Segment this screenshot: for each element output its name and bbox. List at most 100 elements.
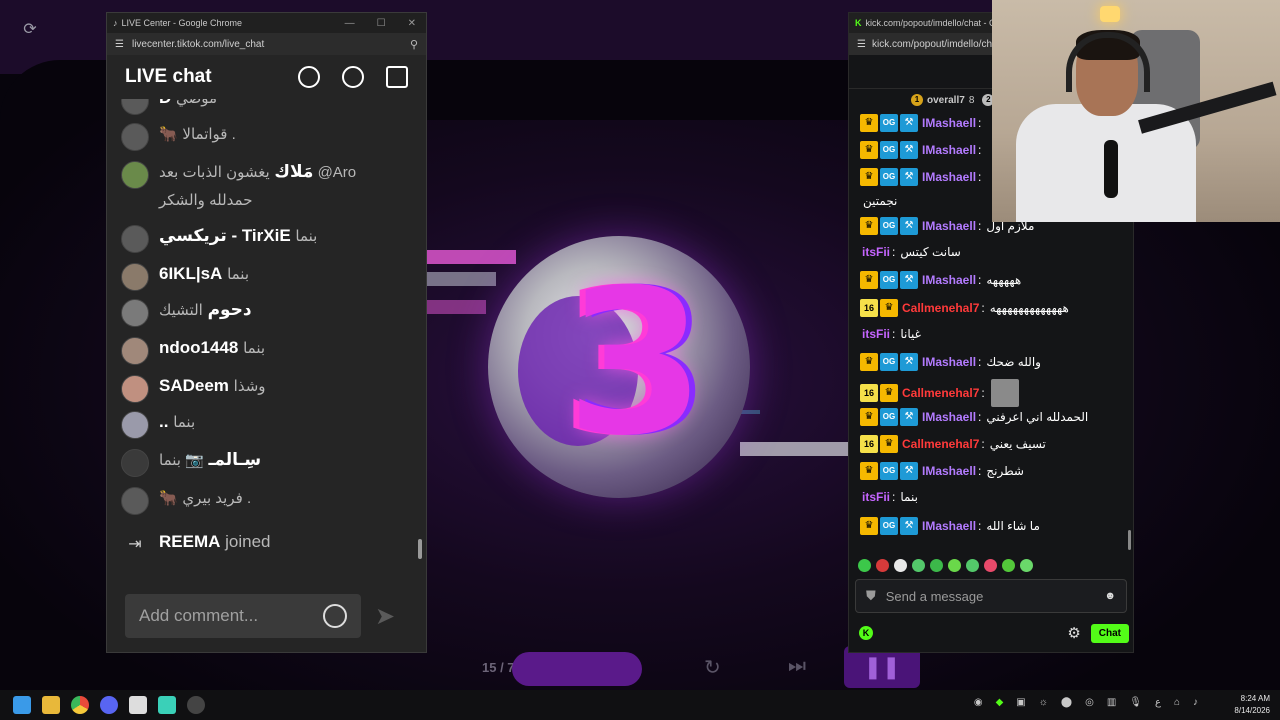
emoji-icon[interactable] bbox=[323, 604, 347, 628]
mod-badge-icon: ⚒ bbox=[900, 217, 918, 235]
chat-username[interactable]: itsFii bbox=[862, 326, 890, 342]
emote-icon[interactable] bbox=[948, 559, 961, 572]
emote-icon[interactable] bbox=[894, 559, 907, 572]
tray-icon[interactable]: ◆ bbox=[996, 697, 1004, 708]
chat-username[interactable]: IMashaell bbox=[922, 142, 976, 158]
chat-text: تسيف يعني bbox=[989, 437, 1046, 451]
emoji-icon[interactable]: ☻ bbox=[1104, 590, 1116, 602]
message-input[interactable]: ⛊ Send a message ☻ bbox=[855, 579, 1127, 613]
chat-text: بنما bbox=[900, 490, 918, 504]
chat-username[interactable]: IMashaell bbox=[922, 354, 976, 370]
mic-icon[interactable]: 🎙 bbox=[1129, 697, 1142, 708]
crown-badge-icon: ♛ bbox=[860, 141, 878, 159]
send-icon[interactable]: ➤ bbox=[375, 602, 395, 631]
chat-username[interactable]: IMashaell bbox=[922, 463, 976, 479]
chat-button[interactable]: Chat bbox=[1090, 623, 1129, 643]
settings-gear-icon[interactable] bbox=[298, 66, 320, 88]
window-title: kick.com/popout/imdello/chat - Go bbox=[865, 18, 1002, 28]
crown-badge-icon: ♛ bbox=[860, 217, 878, 235]
steam-icon[interactable] bbox=[187, 696, 205, 714]
skip-icon[interactable]: ⏭ bbox=[788, 655, 806, 678]
app-icon[interactable] bbox=[158, 696, 176, 714]
chrome-icon[interactable] bbox=[71, 696, 89, 714]
popout-icon[interactable] bbox=[386, 66, 408, 88]
tray-icon[interactable]: ▥ bbox=[1107, 697, 1116, 708]
chat-username[interactable]: IMashaell bbox=[922, 115, 976, 131]
chat-username[interactable]: IMashaell bbox=[922, 218, 976, 234]
emote-icon[interactable] bbox=[1002, 559, 1015, 572]
chat-username[interactable]: IMashaell bbox=[922, 169, 976, 185]
separator: : bbox=[978, 519, 982, 533]
og-badge-icon: OG bbox=[880, 408, 898, 426]
emote-icon[interactable] bbox=[1020, 559, 1033, 572]
separator: : bbox=[978, 410, 982, 424]
tray-icon[interactable]: ◎ bbox=[1085, 697, 1094, 708]
emote-icon[interactable] bbox=[984, 559, 997, 572]
file-explorer-icon[interactable] bbox=[42, 696, 60, 714]
discord-icon[interactable] bbox=[100, 696, 118, 714]
chat-username[interactable]: Callmenehal7 bbox=[902, 385, 979, 401]
tray-icon[interactable]: ⬤ bbox=[1061, 697, 1072, 708]
chat-header: LIVE chat bbox=[107, 55, 426, 99]
site-info-icon[interactable]: ☰ bbox=[115, 39, 124, 50]
kick-points-icon[interactable]: K bbox=[859, 626, 873, 640]
replay-icon[interactable]: ↻ bbox=[704, 655, 721, 680]
refresh-icon[interactable]: ⟳ bbox=[20, 20, 40, 40]
comment-list: D موضي 🐂 قواتمالا . مَلاك يغشون الذبات ب… bbox=[107, 99, 426, 573]
leader-score: 8 bbox=[968, 94, 975, 106]
emote-icon[interactable] bbox=[876, 559, 889, 572]
chat-text: الحمدلله اني اعرفني bbox=[986, 410, 1089, 424]
join-arrow-icon: ⇥ bbox=[128, 536, 142, 553]
glitch-streak bbox=[426, 300, 486, 314]
emote-icon[interactable] bbox=[912, 559, 925, 572]
chat-username[interactable]: IMashaell bbox=[922, 272, 976, 288]
og-badge-icon: OG bbox=[880, 114, 898, 132]
gear-icon[interactable]: ⚙ bbox=[1067, 624, 1080, 642]
app-icon[interactable] bbox=[129, 696, 147, 714]
glitch-streak bbox=[740, 442, 848, 456]
minimize-icon[interactable]: — bbox=[345, 18, 355, 29]
scrollbar[interactable] bbox=[1128, 530, 1131, 550]
chat-username[interactable]: Callmenehal7 bbox=[902, 300, 979, 316]
sub-badge: 16 bbox=[860, 384, 878, 402]
emote-icon[interactable] bbox=[858, 559, 871, 572]
language-indicator[interactable]: ع bbox=[1155, 697, 1161, 708]
comment-input[interactable]: Add comment... bbox=[125, 594, 361, 638]
chat-username[interactable]: itsFii bbox=[862, 244, 890, 260]
chat-username[interactable]: Callmenehal7 bbox=[902, 436, 979, 452]
progress-pill[interactable] bbox=[512, 652, 642, 686]
chat-message: 16 ♛ Callmenehal7: تسيف يعني bbox=[860, 435, 1121, 453]
mod-badge-icon: ⚒ bbox=[900, 271, 918, 289]
maximize-icon[interactable]: ☐ bbox=[377, 18, 386, 29]
chat-username[interactable]: IMashaell bbox=[922, 518, 976, 534]
tray-icon[interactable]: ☼ bbox=[1039, 697, 1048, 708]
scrollbar[interactable] bbox=[418, 539, 422, 559]
chat-text: شطرنج bbox=[986, 464, 1024, 478]
time: 8:24 AM bbox=[1240, 694, 1270, 703]
emote-icon[interactable] bbox=[966, 559, 979, 572]
emote-icon[interactable] bbox=[930, 559, 943, 572]
countdown-digit: 3 bbox=[566, 247, 706, 480]
close-icon[interactable]: ✕ bbox=[408, 18, 416, 29]
network-icon[interactable]: ⌂ bbox=[1174, 697, 1180, 708]
avatar bbox=[121, 225, 149, 253]
tray-icon[interactable]: ◉ bbox=[974, 697, 983, 708]
chat-text: غيانا bbox=[900, 327, 921, 341]
viewers-icon[interactable] bbox=[342, 66, 364, 88]
volume-icon[interactable]: ♪ bbox=[1193, 697, 1198, 708]
emote-row bbox=[858, 559, 1033, 572]
separator: : bbox=[981, 437, 985, 451]
tray-icon[interactable]: ▣ bbox=[1016, 697, 1025, 708]
zoom-icon[interactable]: ⚲ bbox=[410, 38, 418, 51]
address-bar[interactable]: ☰ livecenter.tiktok.com/live_chat ⚲ bbox=[107, 33, 426, 55]
chat-username[interactable]: itsFii bbox=[862, 489, 890, 505]
site-info-icon[interactable]: ☰ bbox=[857, 39, 866, 50]
clock[interactable]: 8:24 AM 8/14/2026 bbox=[1234, 693, 1270, 717]
window-title: LIVE Center - Google Chrome bbox=[121, 18, 243, 28]
windows-start-icon[interactable] bbox=[13, 696, 31, 714]
chat-username[interactable]: IMashaell bbox=[922, 409, 976, 425]
mod-badge-icon: ⚒ bbox=[900, 408, 918, 426]
og-badge-icon: OG bbox=[880, 141, 898, 159]
og-badge-icon: OG bbox=[880, 353, 898, 371]
glitch-streak bbox=[426, 272, 496, 286]
